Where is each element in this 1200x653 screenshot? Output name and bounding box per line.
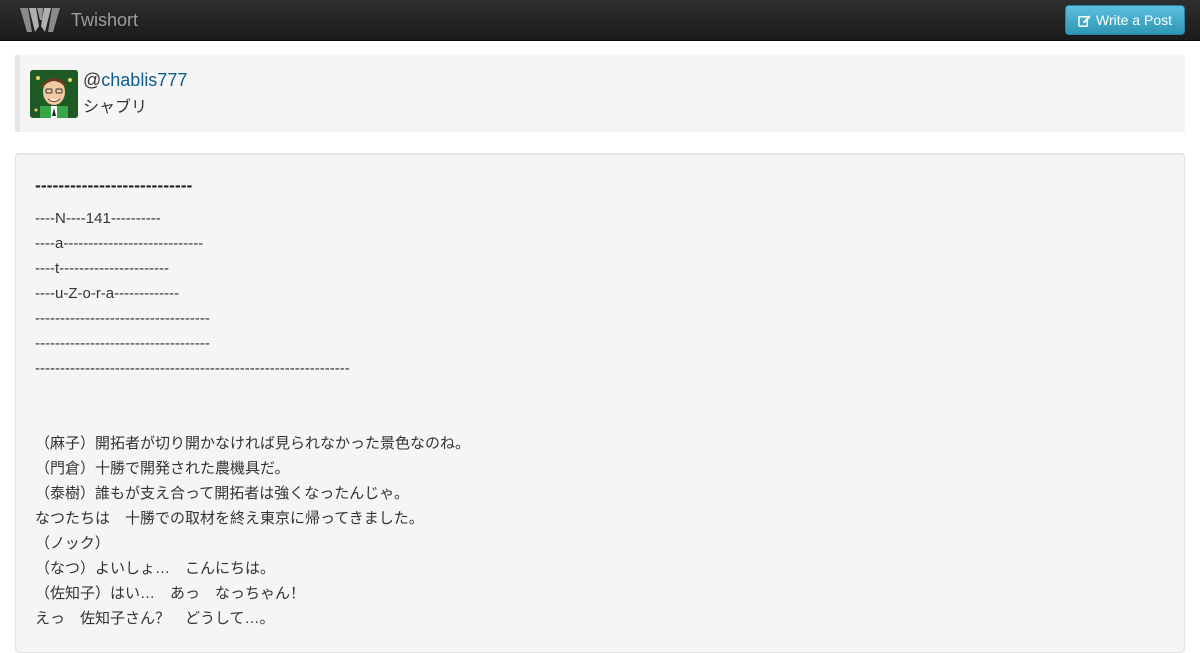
- post-line: -----------------------------------: [35, 310, 210, 327]
- brand-name: Twishort: [71, 9, 139, 30]
- post-line: （泰樹）誰もが支え合って開拓者は強くなったんじゃ。: [35, 485, 409, 502]
- post-line: ----N----141----------: [35, 210, 161, 227]
- edit-icon: [1078, 14, 1091, 27]
- post-line: ----t----------------------: [35, 260, 170, 277]
- post-line: [35, 381, 470, 406]
- post-line: えっ 佐知子さん？ どうして…。: [35, 610, 275, 627]
- post-line: （佐知子）はい… あっ なっちゃん！: [35, 585, 306, 602]
- post-line: ----a----------------------------: [35, 235, 204, 252]
- avatar-image: [30, 70, 78, 118]
- post-line: [35, 406, 470, 431]
- post-title: ---------------------------: [35, 175, 193, 195]
- post-body: --------------------------- ----N----141…: [15, 153, 1185, 653]
- author-profile: @chablis777 シャブリ: [15, 55, 1185, 132]
- top-navbar: Twishort Write a Post: [0, 0, 1200, 41]
- write-post-label: Write a Post: [1096, 12, 1172, 28]
- post-line: （門倉）十勝で開発された農機具だ。: [35, 460, 290, 477]
- write-post-button[interactable]: Write a Post: [1065, 5, 1185, 35]
- at-sign: @: [83, 70, 102, 90]
- brand-link[interactable]: Twishort: [18, 5, 138, 35]
- author-handle-link[interactable]: chablis777: [101, 70, 187, 90]
- post-line: ----u-Z-o-r-a-------------: [35, 285, 180, 302]
- avatar[interactable]: [30, 70, 78, 118]
- post-line: ----------------------------------------…: [35, 360, 350, 377]
- post-line: （麻子）開拓者が切り開かなければ見られなかった景色なのね。: [35, 435, 471, 452]
- twishort-logo-icon: [20, 8, 60, 32]
- post-line: なつたちは 十勝での取材を終え東京に帰ってきました。: [35, 510, 424, 527]
- post-line: （ノック）: [35, 535, 110, 552]
- post-text: ----N----141---------- ----a------------…: [35, 206, 470, 631]
- post-line: -----------------------------------: [35, 335, 210, 352]
- author-username: @chablis777: [83, 70, 187, 90]
- author-display-name: シャブリ: [83, 99, 148, 116]
- post-line: （なつ）よいしょ… こんにちは。: [35, 560, 276, 577]
